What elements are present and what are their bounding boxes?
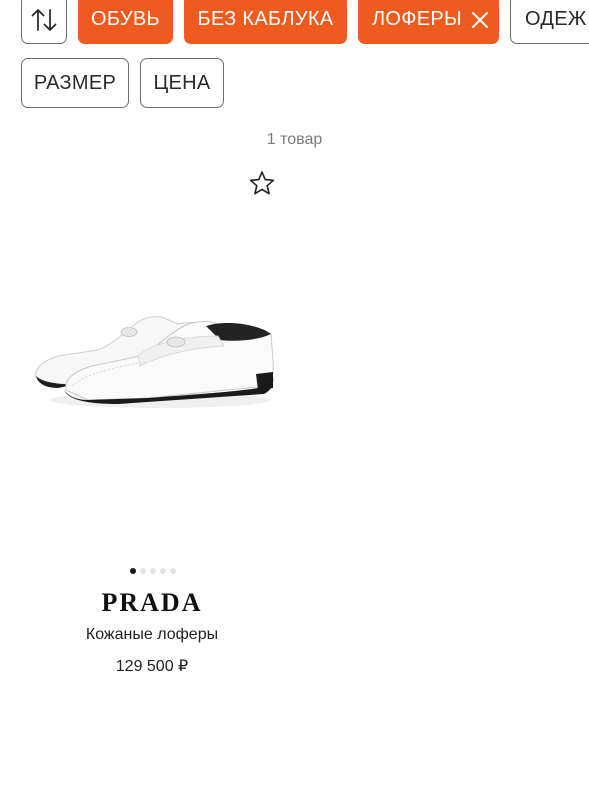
sort-arrows-icon <box>31 8 57 31</box>
filter-chip-label: ОДЕЖ <box>525 8 587 30</box>
results-count: 1 товар <box>266 131 323 148</box>
product-image[interactable] <box>28 290 278 425</box>
image-pagination <box>130 568 176 574</box>
pagination-dot <box>160 568 166 574</box>
filter-chip-loafers[interactable]: ЛОФЕРЫ <box>358 0 499 44</box>
filter-chip-price[interactable]: ЦЕНА <box>140 58 224 108</box>
pagination-dot <box>170 568 176 574</box>
catalog-page: ОБУВЬ БЕЗ КАБЛУКА ЛОФЕРЫ ОДЕЖ РАЗМЕР ЦЕН… <box>0 0 589 785</box>
pagination-dot <box>140 568 146 574</box>
product-price: 129 500 ₽ <box>115 658 189 675</box>
sort-button[interactable] <box>21 0 67 44</box>
product-brand[interactable]: PRADA <box>52 588 252 618</box>
pagination-dot <box>130 568 136 574</box>
filter-chip-no-heel[interactable]: БЕЗ КАБЛУКА <box>184 0 347 44</box>
product-name[interactable]: Кожаные лоферы <box>32 626 272 644</box>
filter-chip-label: ОБУВЬ <box>91 8 160 30</box>
filter-chip-shoes[interactable]: ОБУВЬ <box>78 0 173 44</box>
filter-chip-label: ЛОФЕРЫ <box>371 8 463 30</box>
pagination-dot <box>150 568 156 574</box>
filter-chip-label: БЕЗ КАБЛУКА <box>197 8 334 30</box>
filter-chip-label: ЦЕНА <box>153 71 211 94</box>
close-icon[interactable] <box>471 11 489 29</box>
filter-chip-size[interactable]: РАЗМЕР <box>21 58 129 108</box>
filter-chip-clothes[interactable]: ОДЕЖ <box>510 0 589 44</box>
star-outline-icon[interactable] <box>249 170 275 196</box>
filter-chip-label: РАЗМЕР <box>33 71 117 94</box>
